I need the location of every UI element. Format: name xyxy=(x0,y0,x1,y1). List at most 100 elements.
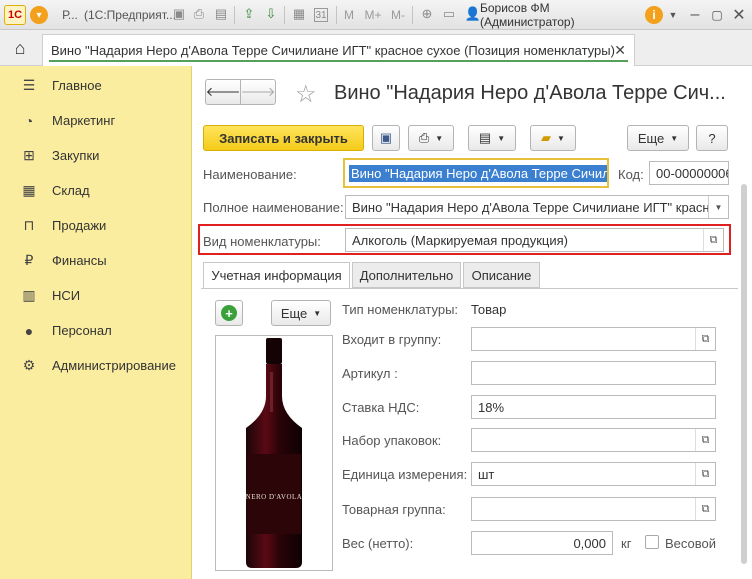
plus-circle-icon: + xyxy=(221,305,237,321)
sidebar-item-personnel[interactable]: ● Персонал xyxy=(0,313,192,348)
calculator-icon[interactable]: ▦ xyxy=(290,5,308,23)
name-input[interactable]: Вино "Надария Неро д'Авола Терре Сичил xyxy=(343,158,609,188)
pie-chart-icon: ◔ xyxy=(24,112,34,129)
sidebar-item-marketing[interactable]: ◔ Маркетинг xyxy=(0,103,192,138)
weight-input[interactable]: 0,000 xyxy=(471,531,613,555)
reports-button[interactable]: ▤ ▼ xyxy=(468,125,516,151)
pack-input[interactable]: ⧉ xyxy=(471,428,716,452)
sidebar-item-purchases[interactable]: ⊞ Закупки xyxy=(0,138,192,173)
report-icon: ▤ xyxy=(478,130,492,145)
open-icon[interactable]: ⧉ xyxy=(695,328,715,350)
unit-input[interactable]: шт ⧉ xyxy=(471,462,716,486)
1c-logo-icon[interactable]: 1С xyxy=(4,5,26,25)
calendar-icon[interactable]: 31 xyxy=(314,8,328,22)
info-icon[interactable]: i xyxy=(645,6,663,24)
goods-group-input[interactable]: ⧉ xyxy=(471,497,716,521)
vat-label: Ставка НДС: xyxy=(342,400,420,415)
document-tabbar: ⌂ Вино "Надария Неро д'Авола Терре Сичил… xyxy=(0,30,752,66)
vat-input[interactable]: 18% xyxy=(471,395,716,419)
chevron-down-icon: ▼ xyxy=(497,133,506,143)
tab-additional[interactable]: Дополнительно xyxy=(352,262,461,288)
bottle-label-text: NERO D'AVOLA xyxy=(245,493,303,501)
zoom-icon[interactable]: ⊕ xyxy=(418,5,436,23)
chevron-down-icon: ▼ xyxy=(435,133,444,143)
save-icon[interactable]: ▣ xyxy=(170,5,188,23)
forward-button[interactable]: 🡒 xyxy=(240,79,276,105)
chevron-down-icon[interactable]: ▼ xyxy=(666,5,680,25)
article-label: Артикул : xyxy=(342,366,398,381)
pack-label: Набор упаковок: xyxy=(342,433,442,448)
open-icon[interactable]: ⧉ xyxy=(695,463,715,485)
fullname-input-value: Вино "Надария Неро д'Авола Терре Сичилиа… xyxy=(352,199,710,215)
save-and-close-button[interactable]: Записать и закрыть xyxy=(203,125,364,151)
product-image[interactable]: NERO D'AVOLA xyxy=(215,335,333,571)
window-icon[interactable]: ▭ xyxy=(440,5,458,23)
favorite-star-icon[interactable]: ☆ xyxy=(295,80,317,109)
basket-icon: ⊓ xyxy=(23,217,35,233)
current-user[interactable]: Борисов ФМ (Администратор) xyxy=(480,1,640,29)
sidebar-item-warehouse[interactable]: ▦ Склад xyxy=(0,173,192,208)
close-window-icon[interactable]: ✕ xyxy=(730,5,748,25)
cart-icon: ⊞ xyxy=(23,147,35,163)
arrow-right-icon: 🡒 xyxy=(240,84,276,99)
group-input[interactable]: ⧉ xyxy=(471,327,716,351)
main-menu-icon[interactable]: ▾ xyxy=(30,6,48,24)
sidebar-item-label: Финансы xyxy=(52,253,107,268)
sidebar-item-label: Администрирование xyxy=(52,358,176,373)
memory-m-button[interactable]: M xyxy=(342,5,356,25)
print-button[interactable]: ⎙ ▼ xyxy=(408,125,454,151)
app-title: (1С:Предприят... xyxy=(84,8,176,22)
upload-icon[interactable]: ⇪ xyxy=(240,5,258,23)
maximize-icon[interactable]: ▢ xyxy=(708,5,726,25)
sidebar-item-nsi[interactable]: ▥ НСИ xyxy=(0,278,192,313)
close-tab-icon[interactable]: ✕ xyxy=(614,42,626,59)
weight-checkbox[interactable] xyxy=(645,535,659,549)
folder-arrow-icon: ▰ xyxy=(541,130,552,145)
fullname-input[interactable]: Вино "Надария Неро д'Авола Терре Сичилиа… xyxy=(345,195,729,219)
form-scrollbar[interactable] xyxy=(739,184,749,579)
save-button[interactable]: ▣ xyxy=(372,125,400,151)
open-icon[interactable]: ⧉ xyxy=(695,498,715,520)
tab-description[interactable]: Описание xyxy=(463,262,540,288)
kind-label: Вид номенклатуры: xyxy=(203,234,321,249)
code-input[interactable]: 00-00000006 xyxy=(649,161,729,185)
print-icon[interactable]: ⎙ xyxy=(190,5,208,23)
book-icon: ▥ xyxy=(22,287,36,303)
kind-input[interactable]: Алкоголь (Маркируемая продукция) ⧉ xyxy=(345,228,724,252)
preview-icon[interactable]: ▤ xyxy=(212,5,230,23)
home-icon[interactable]: ⌂ xyxy=(0,30,40,66)
sidebar-item-sales[interactable]: ⊓ Продажи xyxy=(0,208,192,243)
sidebar-item-administration[interactable]: ⚙ Администрирование xyxy=(0,348,192,383)
more-button[interactable]: Еще ▼ xyxy=(627,125,689,151)
sections-sidebar: ☰ Главное ◔ Маркетинг ⊞ Закупки ▦ Склад … xyxy=(0,66,192,579)
sidebar-item-main[interactable]: ☰ Главное xyxy=(0,68,192,103)
article-input[interactable] xyxy=(471,361,716,385)
sidebar-item-finance[interactable]: ₽ Финансы xyxy=(0,243,192,278)
memory-plus-button[interactable]: M+ xyxy=(362,5,384,25)
weight-label: Вес (нетто): xyxy=(342,536,414,551)
document-tab[interactable]: Вино "Надария Неро д'Авола Терре Сичилиа… xyxy=(42,34,635,66)
tab-accounting-info[interactable]: Учетная информация xyxy=(203,262,350,289)
image-more-button[interactable]: Еще ▼ xyxy=(271,300,331,326)
help-button[interactable]: ? xyxy=(696,125,728,151)
menu-icon: ☰ xyxy=(22,77,36,93)
back-button[interactable]: 🡐 xyxy=(205,79,241,105)
minimize-icon[interactable]: – xyxy=(686,5,704,25)
open-icon[interactable]: ⧉ xyxy=(695,429,715,451)
memory-minus-button[interactable]: M- xyxy=(388,5,408,25)
type-label: Тип номенклатуры: xyxy=(342,302,459,317)
sidebar-item-label: Персонал xyxy=(52,323,112,338)
unit-input-value: шт xyxy=(478,466,495,482)
chevron-down-icon[interactable]: ▼ xyxy=(708,196,728,218)
add-image-button[interactable]: + xyxy=(215,300,243,326)
create-based-on-button[interactable]: ▰ ▼ xyxy=(530,125,576,151)
weight-checkbox-label: Весовой xyxy=(665,536,717,551)
open-icon[interactable]: ⧉ xyxy=(703,229,723,251)
scrollbar-thumb[interactable] xyxy=(741,184,747,564)
download-icon[interactable]: ⇩ xyxy=(262,5,280,23)
chevron-down-icon: ▼ xyxy=(557,133,565,143)
gear-icon: ⚙ xyxy=(22,357,36,373)
group-label: Входит в группу: xyxy=(342,332,442,347)
sidebar-item-label: Главное xyxy=(52,78,102,93)
item-form: 🡐 🡒 ☆ Вино "Надария Неро д'Авола Терре С… xyxy=(193,66,752,579)
